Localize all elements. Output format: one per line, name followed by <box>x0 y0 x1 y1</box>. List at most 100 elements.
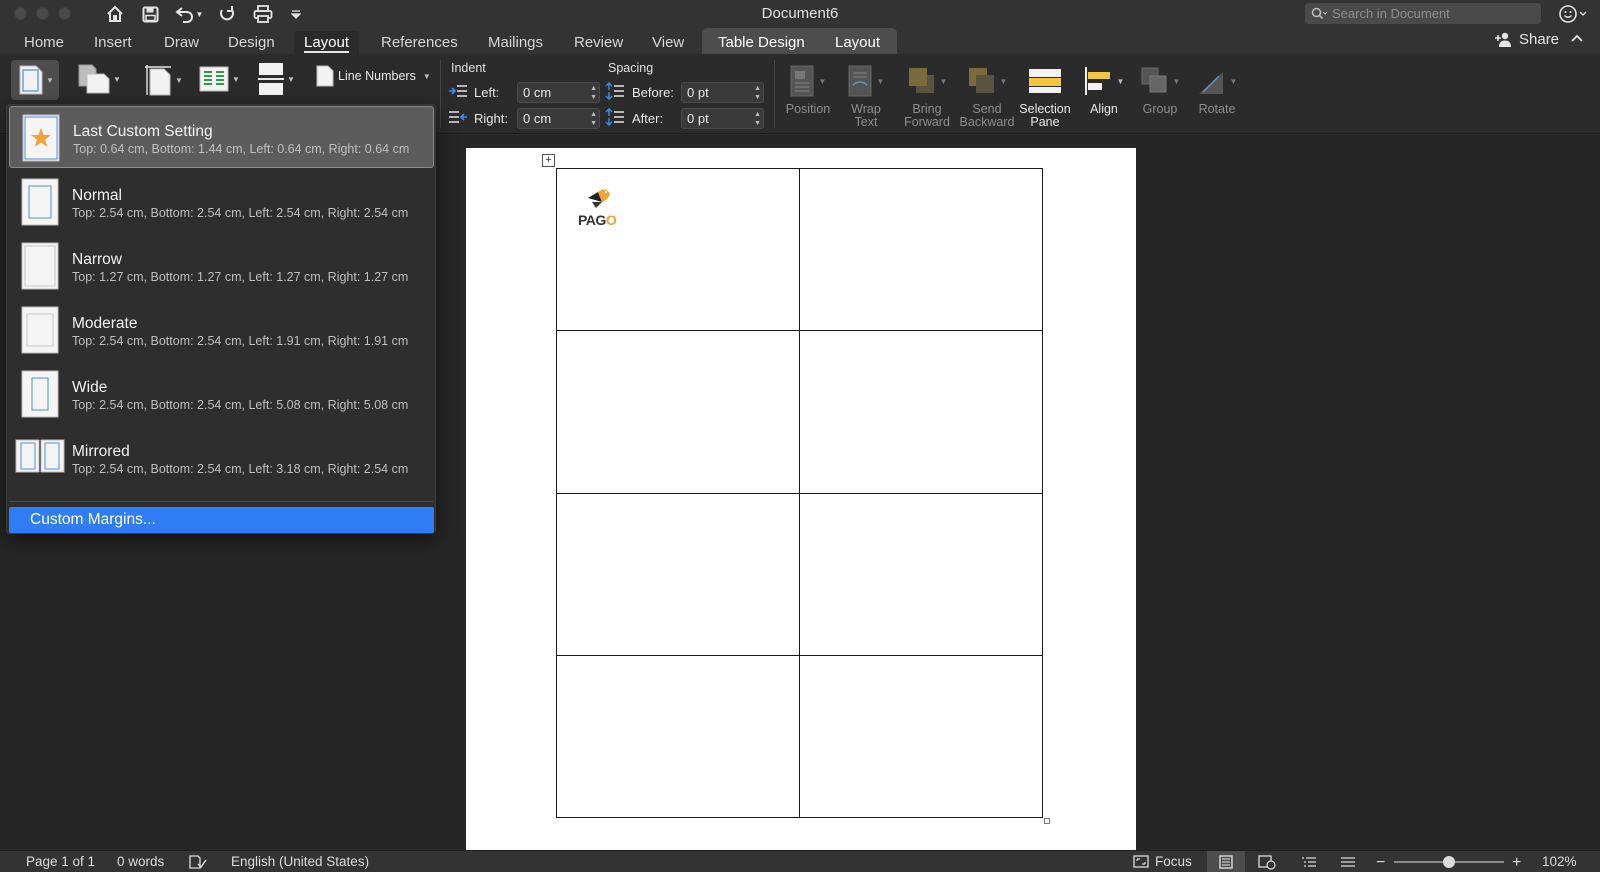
proofing-icon[interactable] <box>189 855 207 869</box>
margin-option-moderate[interactable]: Moderate Top: 2.54 cm, Bottom: 2.54 cm, … <box>9 299 434 361</box>
zoom-out-button[interactable]: − <box>1376 854 1385 872</box>
stepper-arrows-icon[interactable]: ▲ ▼ <box>754 84 761 102</box>
page-margins-narrow-icon <box>21 242 59 290</box>
focus-label: Focus <box>1155 854 1192 869</box>
bring-forward-button[interactable]: ▼ Bring Forward <box>899 59 955 129</box>
rotate-icon <box>1198 72 1223 94</box>
tab-insert[interactable]: Insert <box>84 31 142 54</box>
search-input[interactable]: Search in Document <box>1305 3 1541 24</box>
rotate-label: Rotate <box>1198 102 1236 116</box>
zoom-in-button[interactable]: + <box>1512 854 1521 872</box>
company-logo-text: PAGO <box>578 212 617 228</box>
margin-option-narrow[interactable]: Narrow Top: 1.27 cm, Bottom: 1.27 cm, Le… <box>9 235 434 297</box>
zoom-slider-handle[interactable] <box>1443 856 1455 868</box>
outline-view-icon[interactable] <box>1301 856 1317 869</box>
table-cell[interactable] <box>799 330 1043 494</box>
selection-pane-button[interactable]: Selection Pane <box>1016 59 1074 129</box>
tab-view[interactable]: View <box>642 31 694 54</box>
focus-button[interactable]: Focus <box>1133 854 1192 869</box>
page-break-icon <box>258 63 284 95</box>
tab-review[interactable]: Review <box>564 31 633 54</box>
indent-right-input[interactable]: 0 cm ▲ ▼ <box>517 108 600 129</box>
columns-button[interactable]: ▼ <box>199 66 240 92</box>
tab-mailings[interactable]: Mailings <box>478 31 553 54</box>
home-icon[interactable] <box>104 3 126 25</box>
send-backward-button[interactable]: ▼ Send Backward <box>957 59 1017 129</box>
table-cell[interactable] <box>799 167 1043 332</box>
word-count[interactable]: 0 words <box>117 854 164 869</box>
rotate-button[interactable]: ▼ Rotate <box>1192 59 1242 116</box>
tab-references[interactable]: References <box>371 31 468 54</box>
indent-left-value: 0 cm <box>523 85 552 100</box>
table-cell[interactable] <box>556 654 800 819</box>
redo-icon[interactable] <box>216 3 238 25</box>
indent-right-value: 0 cm <box>523 111 552 126</box>
position-button[interactable]: ▼ Position <box>785 59 831 116</box>
margin-option-desc: Top: 0.64 cm, Bottom: 1.44 cm, Left: 0.6… <box>73 142 410 156</box>
menu-divider <box>9 501 433 502</box>
page-margins-wide-icon <box>21 370 59 418</box>
tab-table-design[interactable]: Table Design <box>708 31 815 54</box>
stepper-arrows-icon[interactable]: ▲ ▼ <box>590 84 597 102</box>
margin-option-name: Last Custom Setting <box>73 123 213 140</box>
breaks-button[interactable]: ▼ <box>258 62 295 96</box>
document-title: Document6 <box>761 5 839 22</box>
line-numbers-button[interactable]: Line Numbers ▼ <box>316 65 431 87</box>
indent-left-label: Left: <box>474 85 500 100</box>
custom-margins-item[interactable]: Custom Margins... <box>9 507 434 533</box>
margins-button[interactable]: ▼ <box>11 60 59 100</box>
draft-view-icon[interactable] <box>1340 856 1356 869</box>
add-person-icon <box>1495 32 1511 47</box>
table-cell[interactable] <box>799 654 1043 819</box>
minimize-window-button[interactable] <box>36 7 49 20</box>
margin-option-name: Wide <box>72 379 108 396</box>
margin-option-last-custom[interactable]: Last Custom Setting Top: 0.64 cm, Bottom… <box>9 106 434 168</box>
undo-icon[interactable]: ▼ <box>173 3 205 25</box>
tab-table-layout[interactable]: Layout <box>825 31 890 54</box>
send-backward-label-2: Backward <box>959 115 1015 129</box>
page-count[interactable]: Page 1 of 1 <box>26 854 95 869</box>
table-move-handle[interactable]: + <box>542 154 555 167</box>
tab-draw[interactable]: Draw <box>154 31 209 54</box>
table-cell[interactable] <box>799 492 1043 656</box>
margins-icon <box>19 65 43 95</box>
group-button[interactable]: ▼ Group <box>1136 59 1184 116</box>
feedback-smiley-icon[interactable] <box>1558 3 1587 25</box>
zoom-level[interactable]: 102% <box>1542 854 1577 869</box>
wrap-text-label-2: Text <box>854 115 878 129</box>
align-button[interactable]: ▼ Align <box>1080 59 1128 116</box>
margin-option-normal[interactable]: Normal Top: 2.54 cm, Bottom: 2.54 cm, Le… <box>9 171 434 233</box>
share-button[interactable]: Share <box>1494 31 1559 48</box>
spacing-before-input[interactable]: 0 pt ▲ ▼ <box>681 82 764 103</box>
indent-left-input[interactable]: 0 cm ▲ ▼ <box>517 82 600 103</box>
table-cell[interactable] <box>556 330 800 494</box>
tab-layout[interactable]: Layout <box>294 31 360 54</box>
zoom-window-button[interactable] <box>58 7 71 20</box>
save-icon[interactable] <box>139 3 161 25</box>
orientation-button[interactable]: ▼ <box>78 64 121 94</box>
stepper-arrows-icon[interactable]: ▲ ▼ <box>590 110 597 128</box>
wrap-text-button[interactable]: ▼ Wrap Text <box>843 59 889 129</box>
print-icon[interactable] <box>251 3 275 25</box>
table-resize-handle[interactable] <box>1044 818 1050 824</box>
size-button[interactable]: ▼ <box>144 64 183 96</box>
margin-option-desc: Top: 2.54 cm, Bottom: 2.54 cm, Left: 5.0… <box>72 398 409 412</box>
stepper-arrows-icon[interactable]: ▲ ▼ <box>754 110 761 128</box>
customize-toolbar-icon[interactable] <box>289 3 303 25</box>
print-layout-view-button[interactable] <box>1207 851 1245 872</box>
web-layout-icon[interactable] <box>1258 855 1276 870</box>
label-table[interactable] <box>556 167 1043 819</box>
tab-home[interactable]: Home <box>14 31 74 54</box>
tab-design[interactable]: Design <box>218 31 285 54</box>
table-cell[interactable] <box>556 492 800 656</box>
margin-option-wide[interactable]: Wide Top: 2.54 cm, Bottom: 2.54 cm, Left… <box>9 363 434 425</box>
close-window-button[interactable] <box>14 7 27 20</box>
ribbon-separator <box>774 60 775 128</box>
collapse-ribbon-icon[interactable] <box>1571 33 1583 43</box>
spacing-after-input[interactable]: 0 pt ▲ ▼ <box>681 108 764 129</box>
language[interactable]: English (United States) <box>231 854 369 869</box>
margin-option-name: Narrow <box>72 251 122 268</box>
margin-option-mirrored[interactable]: Mirrored Top: 2.54 cm, Bottom: 2.54 cm, … <box>9 427 434 489</box>
margin-option-desc: Top: 2.54 cm, Bottom: 2.54 cm, Left: 1.9… <box>72 334 409 348</box>
search-placeholder: Search in Document <box>1332 6 1450 21</box>
